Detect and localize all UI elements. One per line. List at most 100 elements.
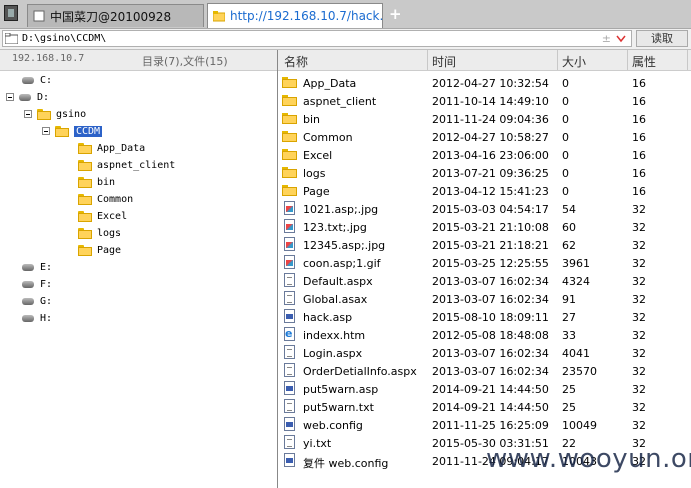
tree-drive-d[interactable]: D: xyxy=(6,89,49,105)
tree-folder-page[interactable]: Page xyxy=(78,242,121,258)
column-divider[interactable] xyxy=(687,50,688,70)
file-size: 10049 xyxy=(562,419,597,432)
tree-drive-f[interactable]: F: xyxy=(22,276,52,292)
tree-folder-bin[interactable]: bin xyxy=(78,174,115,190)
column-header-time[interactable]: 时间 xyxy=(432,53,456,70)
file-row[interactable]: OrderDetialInfo.aspx 2013-03-07 16:02:34 2… xyxy=(278,362,691,380)
read-button[interactable]: 读取 xyxy=(636,30,688,47)
path-input[interactable]: D:\gsino\CCDM\ ± xyxy=(2,30,632,47)
file-row[interactable]: 123.txt;.jpg 2015-03-21 21:10:08 60 32 xyxy=(278,218,691,236)
drive-icon xyxy=(22,280,34,288)
file-row[interactable]: hack.asp 2015-08-10 18:09:11 27 32 xyxy=(278,308,691,326)
file-time: 2012-04-27 10:58:27 xyxy=(432,131,549,144)
file-name: Global.asax xyxy=(303,293,368,306)
drive-icon xyxy=(22,76,34,84)
folder-icon xyxy=(78,210,92,222)
chevron-down-icon[interactable] xyxy=(616,31,626,46)
tree-drive-h[interactable]: H: xyxy=(22,310,52,326)
tree-folder-gsino[interactable]: gsino xyxy=(24,106,86,122)
folder-icon xyxy=(282,77,297,88)
path-bar: D:\gsino\CCDM\ ± 读取 xyxy=(0,29,691,50)
file-name: 复件 web.config xyxy=(303,457,389,470)
file-attr: 16 xyxy=(632,149,646,162)
file-row[interactable]: Login.aspx 2013-03-07 16:02:34 4041 32 xyxy=(278,344,691,362)
column-header-attr[interactable]: 属性 xyxy=(632,53,656,70)
image-file-icon xyxy=(284,237,295,251)
file-name: 123.txt;.jpg xyxy=(303,221,367,234)
file-attr: 16 xyxy=(632,167,646,180)
file-name: Common xyxy=(303,131,353,144)
tree-drive-g[interactable]: G: xyxy=(22,293,52,309)
file-time: 2013-03-07 16:02:34 xyxy=(432,365,549,378)
file-row[interactable]: put5warn.txt 2014-09-21 14:44:50 25 32 xyxy=(278,398,691,416)
column-header-name[interactable]: 名称 xyxy=(284,53,308,70)
file-attr: 16 xyxy=(632,131,646,144)
file-attr: 32 xyxy=(632,221,646,234)
image-file-icon xyxy=(284,255,295,269)
file-row[interactable]: coon.asp;1.gif 2015-03-25 12:25:55 3961 32 xyxy=(278,254,691,272)
file-row[interactable]: Excel 2013-04-16 23:06:00 0 16 xyxy=(278,146,691,164)
collapse-icon[interactable] xyxy=(24,110,32,118)
file-name: aspnet_client xyxy=(303,95,377,108)
collapse-icon[interactable] xyxy=(6,93,14,101)
file-attr: 32 xyxy=(632,347,646,360)
tree-folder-excel[interactable]: Excel xyxy=(78,208,127,224)
folder-icon xyxy=(282,131,297,142)
file-size: 0 xyxy=(562,77,569,90)
file-row[interactable]: Default.aspx 2013-03-07 16:02:34 4324 32 xyxy=(278,272,691,290)
script-file-icon xyxy=(284,417,295,431)
file-attr: 32 xyxy=(632,203,646,216)
file-row[interactable]: Global.asax 2013-03-07 16:02:34 91 32 xyxy=(278,290,691,308)
file-attr: 32 xyxy=(632,311,646,324)
file-row[interactable]: web.config 2011-11-25 16:25:09 10049 32 xyxy=(278,416,691,434)
text-file-icon xyxy=(284,363,295,377)
file-name: put5warn.asp xyxy=(303,383,379,396)
file-time: 2015-03-03 04:54:17 xyxy=(432,203,549,216)
file-time: 2013-03-07 16:02:34 xyxy=(432,293,549,306)
tree-folder-app-data[interactable]: App_Data xyxy=(78,140,145,156)
file-size: 0 xyxy=(562,149,569,162)
column-divider[interactable] xyxy=(557,50,558,70)
tree-header: 192.168.10.7 目录(7),文件(15) xyxy=(0,50,277,71)
file-time: 2014-09-21 14:44:50 xyxy=(432,383,549,396)
file-row[interactable]: App_Data 2012-04-27 10:32:54 0 16 xyxy=(278,74,691,92)
tab-chopper[interactable]: 中国菜刀@20100928 xyxy=(27,4,204,27)
tab-hack-asp[interactable]: http://192.168.10.7/hack.asp xyxy=(207,3,383,28)
file-size: 60 xyxy=(562,221,576,234)
column-header-size[interactable]: 大小 xyxy=(562,53,586,70)
file-row[interactable]: 1021.asp;.jpg 2015-03-03 04:54:17 54 32 xyxy=(278,200,691,218)
file-row[interactable]: bin 2011-11-24 09:04:36 0 16 xyxy=(278,110,691,128)
file-size: 25 xyxy=(562,401,576,414)
file-size: 0 xyxy=(562,185,569,198)
file-attr: 32 xyxy=(632,383,646,396)
drive-icon xyxy=(22,297,34,305)
file-row[interactable]: put5warn.asp 2014-09-21 14:44:50 25 32 xyxy=(278,380,691,398)
tree-folder-common[interactable]: Common xyxy=(78,191,133,207)
tree-folder-ccdm[interactable]: CCDM xyxy=(42,123,103,139)
folder-icon xyxy=(282,95,297,106)
file-row[interactable]: logs 2013-07-21 09:36:25 0 16 xyxy=(278,164,691,182)
column-divider[interactable] xyxy=(627,50,628,70)
tree-folder-logs[interactable]: logs xyxy=(78,225,121,241)
file-row[interactable]: aspnet_client 2011-10-14 14:49:10 0 16 xyxy=(278,92,691,110)
plus-minus-icon[interactable]: ± xyxy=(602,32,611,45)
file-row[interactable]: indexx.htm 2012-05-08 18:48:08 33 32 xyxy=(278,326,691,344)
file-time: 2014-09-21 14:44:50 xyxy=(432,401,549,414)
file-list-pane: 名称 时间 大小 属性 App_Data 2012-04-27 10:32:54 0… xyxy=(278,50,691,488)
file-row[interactable]: Page 2013-04-12 15:41:23 0 16 xyxy=(278,182,691,200)
file-row[interactable]: Common 2012-04-27 10:58:27 0 16 xyxy=(278,128,691,146)
column-divider[interactable] xyxy=(427,50,428,70)
tree-folder-aspnet-client[interactable]: aspnet_client xyxy=(78,157,175,173)
text-file-icon xyxy=(284,273,295,287)
file-attr: 16 xyxy=(632,185,646,198)
collapse-icon[interactable] xyxy=(42,127,50,135)
new-tab-button[interactable]: + xyxy=(389,5,402,23)
tree-drive-c[interactable]: C: xyxy=(22,72,52,88)
tree-drive-e[interactable]: E: xyxy=(22,259,52,275)
image-file-icon xyxy=(284,219,295,233)
tab-page-icon xyxy=(33,10,45,22)
host-ip: 192.168.10.7 xyxy=(12,53,85,64)
file-size: 27 xyxy=(562,311,576,324)
file-row[interactable]: 12345.asp;.jpg 2015-03-21 21:18:21 62 32 xyxy=(278,236,691,254)
watermark: www.wooyun.org xyxy=(486,444,691,474)
